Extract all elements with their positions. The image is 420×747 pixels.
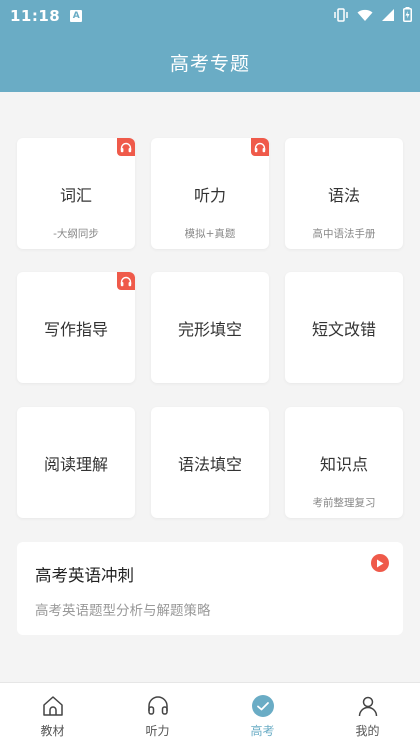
card-title: 写作指导 [43,320,108,339]
card-listening[interactable]: 听力 模拟+真题 [151,138,269,249]
headphones-icon [254,142,266,152]
person-icon [355,693,381,719]
card-error-correction[interactable]: 短文改错 [285,272,403,383]
card-writing[interactable]: 写作指导 [17,272,135,383]
card-reading[interactable]: 阅读理解 [17,407,135,518]
tab-label: 教材 [40,724,65,738]
sprint-card[interactable]: 高考英语冲刺 高考英语题型分析与解题策略 [17,542,403,635]
wifi-icon [357,7,373,26]
card-title: 知识点 [319,455,368,474]
headphones-icon [120,142,132,152]
card-title: 短文改错 [311,320,376,339]
app-header: 高考专题 [0,32,420,92]
content-area: 词汇 -大纲同步 听力 模拟+真题 语法 高中语法手册 写作指导 完形填空 短文… [0,92,420,682]
card-vocabulary[interactable]: 词汇 -大纲同步 [17,138,135,249]
card-knowledge-points[interactable]: 知识点 考前整理复习 [285,407,403,518]
card-title: 阅读理解 [43,455,108,474]
card-title: 完形填空 [177,320,242,339]
card-title: 语法填空 [177,455,242,474]
signal-icon [381,7,395,26]
card-subtitle: 模拟+真题 [184,228,236,240]
status-time: 11:18 [10,7,61,25]
card-title: 词汇 [59,186,92,205]
home-icon [40,693,66,719]
sprint-title: 高考英语冲刺 [35,566,134,585]
tab-label: 高考 [250,724,275,738]
card-title: 听力 [193,186,226,205]
card-cloze[interactable]: 完形填空 [151,272,269,383]
notification-app-icon: A [70,10,83,22]
card-subtitle: 考前整理复习 [312,497,376,509]
audio-badge [251,138,269,156]
tab-gaokao[interactable]: 高考 [210,683,315,747]
headphones-icon [120,276,132,286]
card-title: 语法 [327,186,360,205]
headphones-icon [145,693,171,719]
status-right [333,6,412,26]
audio-badge [117,138,135,156]
audio-badge [117,272,135,290]
battery-icon [403,6,412,26]
card-grammar[interactable]: 语法 高中语法手册 [285,138,403,249]
check-circle-icon [250,693,276,719]
card-subtitle: -大纲同步 [53,228,99,240]
page-title: 高考专题 [169,52,250,75]
tab-label: 我的 [355,724,380,738]
tab-listening[interactable]: 听力 [105,683,210,747]
card-subtitle: 高中语法手册 [312,228,376,240]
status-left: 11:18 A [10,7,83,25]
status-bar: 11:18 A [0,0,420,32]
bottom-tab-bar: 教材 听力 高考 我的 [0,682,420,747]
tab-mine[interactable]: 我的 [315,683,420,747]
tab-textbook[interactable]: 教材 [0,683,105,747]
sprint-description: 高考英语题型分析与解题策略 [35,603,211,619]
vibrate-icon [333,7,349,26]
card-grammar-fill[interactable]: 语法填空 [151,407,269,518]
play-icon [371,554,389,572]
tab-label: 听力 [145,724,170,738]
